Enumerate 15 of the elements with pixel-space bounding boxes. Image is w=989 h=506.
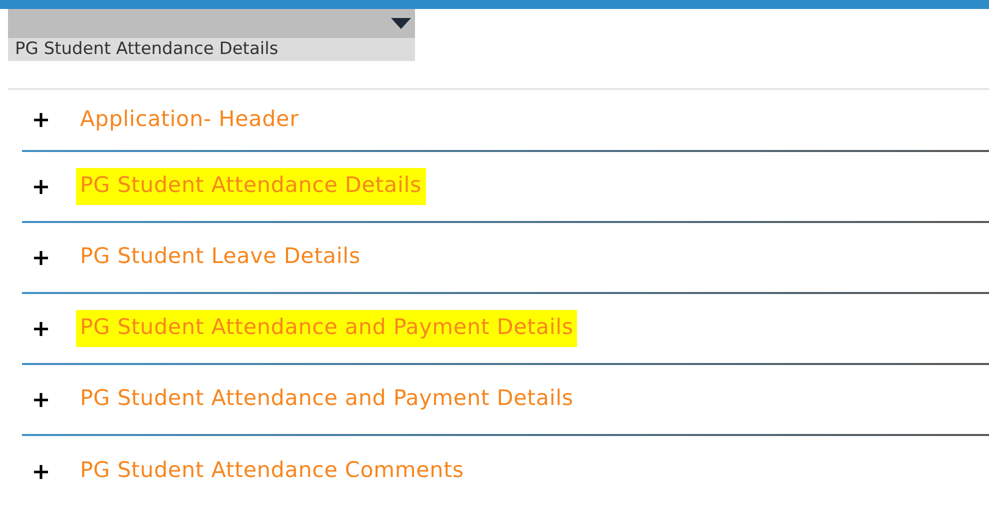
expand-icon[interactable] — [34, 464, 48, 478]
expand-icon[interactable] — [34, 180, 48, 194]
section-title[interactable]: Application- Header — [76, 102, 303, 138]
expand-icon[interactable] — [34, 250, 48, 264]
dropdown-option[interactable]: PG Student Attendance Details — [8, 38, 415, 61]
expand-icon[interactable] — [34, 392, 48, 406]
section-title[interactable]: PG Student Attendance Details — [76, 168, 426, 205]
expand-icon[interactable] — [34, 113, 48, 127]
expand-icon[interactable] — [34, 322, 48, 336]
section-title[interactable]: PG Student Leave Details — [76, 239, 364, 276]
caret-icon — [391, 18, 411, 29]
section-title[interactable]: PG Student Attendance Comments — [76, 453, 468, 490]
dropdown-field[interactable] — [8, 9, 415, 38]
section-title[interactable]: PG Student Attendance and Payment Details — [76, 310, 578, 347]
section-title[interactable]: PG Student Attendance and Payment Details — [76, 381, 578, 418]
